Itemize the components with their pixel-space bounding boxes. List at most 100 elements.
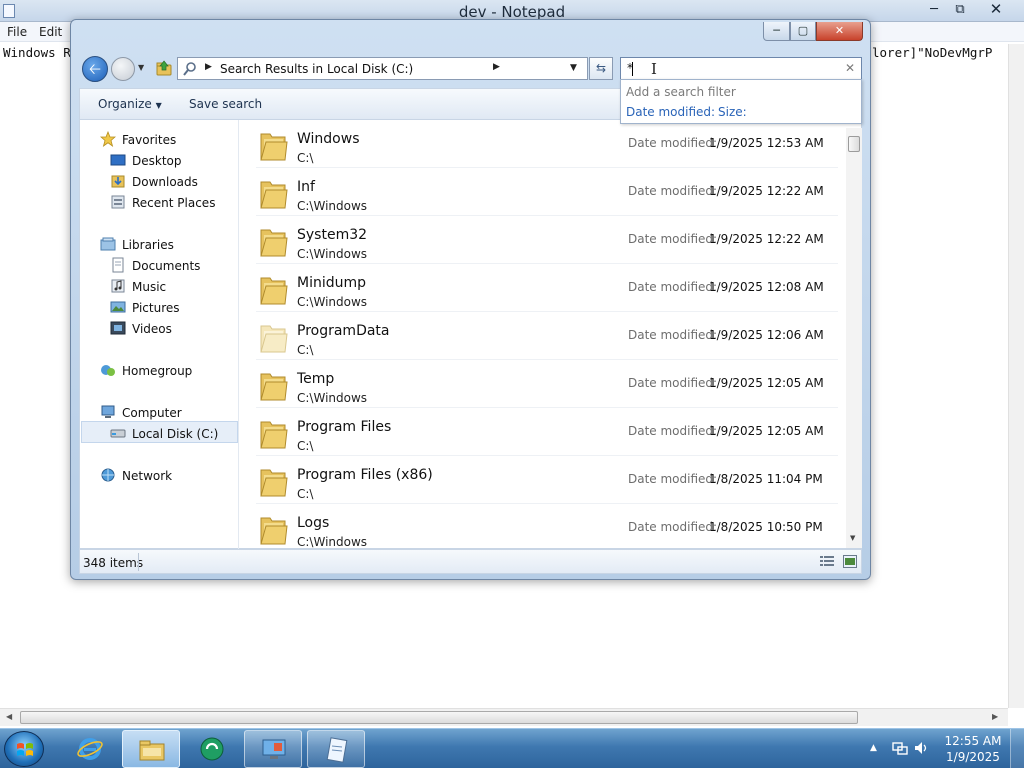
breadcrumb-chevron-icon[interactable]: ▶ — [205, 62, 212, 72]
notepad-minimize-button[interactable]: ─ — [920, 0, 948, 20]
clear-search-icon[interactable]: ✕ — [845, 61, 855, 75]
file-name[interactable]: Minidump — [297, 275, 366, 291]
taskbar-remote-desktop[interactable] — [244, 730, 302, 768]
show-desktop-button[interactable] — [1010, 729, 1024, 768]
forward-button[interactable] — [111, 57, 135, 81]
breadcrumb-search-results[interactable]: Search Results in Local Disk (C:) — [220, 62, 413, 76]
clock-date[interactable]: 1/9/2025 — [942, 750, 1004, 764]
file-list-scroll-thumb[interactable] — [848, 136, 860, 152]
date-modified-value: 1/9/2025 12:05 AM — [709, 424, 824, 438]
nav-network-label: Network — [122, 469, 173, 483]
date-modified-value: 1/9/2025 12:06 AM — [709, 328, 824, 342]
breadcrumb-chevron-icon[interactable]: ▶ — [493, 62, 500, 72]
notepad-maximize-button[interactable]: ⧉ — [946, 0, 974, 20]
ibeam-cursor-icon: I — [651, 60, 657, 78]
start-button[interactable] — [4, 731, 44, 767]
folder-icon — [258, 464, 288, 498]
notepad-text-right[interactable]: lorer]"NoDevMgrP — [872, 45, 992, 60]
file-row[interactable]: Minidump C:\Windows Date modified: 1/9/2025… — [256, 264, 838, 312]
close-button[interactable]: ✕ — [816, 22, 863, 41]
downloads-icon — [111, 175, 125, 188]
menu-edit[interactable]: Edit — [39, 25, 62, 39]
notepad-vertical-scrollbar[interactable] — [1008, 44, 1024, 708]
file-path: C:\Windows — [297, 247, 368, 261]
libraries-icon — [100, 237, 116, 251]
file-name[interactable]: Logs — [297, 515, 329, 531]
show-hidden-icons-button[interactable]: ▲ — [870, 743, 877, 753]
nav-pictures-label: Pictures — [132, 301, 180, 315]
file-name[interactable]: Program Files — [297, 419, 391, 435]
chevron-down-icon: ▼ — [155, 101, 162, 110]
notepad-horizontal-scrollbar[interactable]: ◀ ▶ — [0, 708, 1008, 726]
clock-time[interactable]: 12:55 AM — [942, 734, 1004, 748]
maximize-button[interactable]: ▢ — [790, 22, 816, 41]
filter-size[interactable]: Size: — [718, 105, 747, 119]
date-modified-label: Date modified: — [628, 472, 718, 486]
scroll-left-arrow-icon[interactable]: ◀ — [6, 712, 12, 721]
search-icon — [183, 62, 196, 76]
taskbar-internet-explorer[interactable] — [61, 730, 119, 768]
file-row[interactable]: Program Files (x86) C:\ Date modified: 1/8/… — [256, 456, 838, 504]
address-dropdown-icon[interactable]: ▼ — [570, 63, 577, 73]
search-input[interactable]: * I ✕ — [620, 57, 862, 80]
recent-pages-dropdown[interactable]: ▼ — [138, 63, 144, 72]
save-search-button[interactable]: Save search — [189, 97, 262, 111]
taskbar-notepad[interactable] — [307, 730, 365, 768]
nav-documents-label: Documents — [132, 259, 201, 273]
folder-icon — [258, 224, 288, 258]
large-icons-view-icon[interactable] — [843, 555, 857, 568]
network-tray-icon[interactable] — [892, 741, 908, 755]
file-row[interactable]: Inf C:\Windows Date modified: 1/9/2025 12:2… — [256, 168, 838, 216]
file-row[interactable]: Temp C:\Windows Date modified: 1/9/2025 12:… — [256, 360, 838, 408]
scroll-down-arrow-icon[interactable]: ▼ — [850, 534, 855, 542]
file-name[interactable]: Windows — [297, 131, 360, 147]
date-modified-value: 1/9/2025 12:05 AM — [709, 376, 824, 390]
file-row[interactable]: Program Files C:\ Date modified: 1/9/2025 1… — [256, 408, 838, 456]
folder-icon — [258, 368, 288, 402]
menu-file[interactable]: File — [7, 25, 27, 39]
file-path: C:\Windows — [297, 199, 368, 213]
folder-up-icon[interactable] — [155, 59, 173, 77]
file-name[interactable]: ProgramData — [297, 323, 390, 339]
back-button[interactable]: 🡠 — [82, 56, 108, 82]
notepad-close-button[interactable]: ✕ — [982, 0, 1010, 20]
nav-local-disk-label: Local Disk (C:) — [132, 427, 219, 441]
file-row[interactable]: Logs C:\Windows Date modified: 1/8/2025 10:… — [256, 504, 838, 549]
pictures-icon — [110, 301, 126, 313]
file-name[interactable]: Program Files (x86) — [297, 467, 433, 483]
scroll-right-arrow-icon[interactable]: ▶ — [992, 712, 998, 721]
file-list-scrollbar[interactable]: ▼ — [846, 128, 862, 548]
file-path: C:\Windows — [297, 295, 368, 309]
file-path: C:\ — [297, 151, 314, 165]
file-row[interactable]: System32 C:\Windows Date modified: 1/9/2025… — [256, 216, 838, 264]
notepad-icon — [326, 737, 348, 763]
address-bar[interactable]: ▶ Search Results in Local Disk (C:) ▶ ▼ — [177, 57, 588, 80]
date-modified-value: 1/9/2025 12:53 AM — [709, 136, 824, 150]
date-modified-value: 1/8/2025 10:50 PM — [709, 520, 823, 534]
horizontal-scroll-thumb[interactable] — [20, 711, 858, 724]
nav-favorites-label: Favorites — [122, 133, 177, 147]
folder-icon — [258, 272, 288, 306]
volume-tray-icon[interactable] — [914, 741, 930, 755]
file-name[interactable]: Inf — [297, 179, 315, 195]
drive-icon — [110, 429, 126, 438]
file-path: C:\Windows — [297, 391, 368, 405]
date-modified-label: Date modified: — [628, 424, 718, 438]
nav-libraries-label: Libraries — [122, 238, 174, 252]
notepad-text-left[interactable]: Windows R — [3, 45, 71, 60]
file-row[interactable]: ProgramData C:\ Date modified: 1/9/2025 12:… — [256, 312, 838, 360]
file-row[interactable]: Windows C:\ Date modified: 1/9/2025 12:53 A… — [256, 120, 838, 168]
file-path: C:\ — [297, 487, 314, 501]
organize-button[interactable]: Organize ▼ — [98, 97, 162, 111]
file-name[interactable]: Temp — [297, 371, 334, 387]
computer-icon — [101, 405, 115, 418]
minimize-button[interactable]: ─ — [763, 22, 790, 41]
folder-icon — [258, 176, 288, 210]
details-view-icon[interactable] — [820, 555, 834, 568]
filter-date-modified[interactable]: Date modified: — [626, 105, 715, 119]
taskbar-app-green[interactable] — [183, 730, 241, 768]
taskbar-windows-explorer[interactable] — [122, 730, 180, 768]
text-caret — [632, 62, 633, 76]
file-name[interactable]: System32 — [297, 227, 367, 243]
refresh-button[interactable]: ⇆ — [589, 57, 613, 80]
